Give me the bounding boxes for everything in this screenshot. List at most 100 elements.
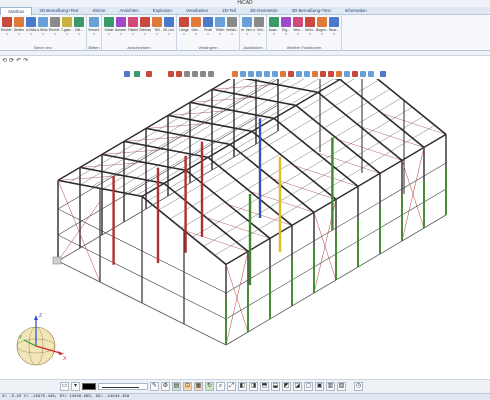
chevron-down-icon[interactable]: ▾ (6, 32, 8, 36)
view-tool-icon[interactable] (328, 71, 334, 77)
view-tool-icon[interactable] (208, 71, 214, 77)
view-tool-icon[interactable] (176, 71, 182, 77)
view-tool-icon[interactable] (360, 71, 366, 77)
view-tool-icon[interactable] (320, 71, 326, 77)
shade-icon[interactable]: ◪ (293, 382, 302, 391)
tab-1[interactable]: 2D-Bemaßung+Text (32, 7, 85, 15)
axis-gizmo[interactable]: Z X Y (10, 310, 70, 370)
view-tool-icon[interactable] (124, 71, 130, 77)
view-top-icon[interactable]: ⬒ (260, 382, 269, 391)
pen-icon[interactable]: ✎ (150, 382, 159, 391)
view-tool-icon[interactable] (288, 71, 294, 77)
measure-icon[interactable]: ▧ (337, 382, 346, 391)
view-tool-icon[interactable] (200, 71, 206, 77)
zoom-icon[interactable]: ⌕ (216, 382, 225, 391)
tab-6[interactable]: 2D-Teil (215, 7, 243, 15)
view-tool-icon[interactable] (240, 71, 246, 77)
wall-brace (401, 160, 425, 229)
settings-icon[interactable]: ⚙ (161, 382, 170, 391)
view-tool-icon[interactable] (256, 71, 262, 77)
chevron-down-icon[interactable]: ▾ (42, 32, 44, 36)
open-icon[interactable]: ⟲ (2, 57, 7, 64)
view-iso-icon[interactable]: ⬓ (271, 382, 280, 391)
view-tool-icon[interactable] (248, 71, 254, 77)
tab-2[interactable]: Skizze (86, 7, 113, 15)
view-tool-icon[interactable] (352, 71, 358, 77)
view-tool-icon[interactable] (380, 71, 386, 77)
arrow-down-icon[interactable]: ▾ (71, 382, 80, 391)
section-icon[interactable]: ▥ (326, 382, 335, 391)
color-swatch[interactable] (82, 383, 96, 390)
chevron-down-icon[interactable]: ▾ (168, 32, 170, 36)
folder-icon[interactable]: ▭ (60, 382, 69, 391)
view-tool-icon[interactable] (344, 71, 350, 77)
fit-icon[interactable]: ⤢ (227, 382, 236, 391)
redo-icon[interactable]: ↷ (23, 57, 28, 64)
chevron-down-icon[interactable]: ▾ (30, 32, 32, 36)
chevron-down-icon[interactable]: ▾ (219, 32, 221, 36)
snap-icon[interactable]: ⊡ (183, 382, 192, 391)
chevron-down-icon[interactable]: ▾ (18, 32, 20, 36)
tab-9[interactable]: Information (338, 7, 374, 15)
view-tool-icon[interactable] (168, 71, 174, 77)
line-style-select[interactable] (98, 383, 148, 390)
ribbon-group-1: Verschl...▾Blitten (87, 15, 102, 51)
chevron-down-icon[interactable]: ▾ (93, 32, 95, 36)
tab-8[interactable]: 3D-Bemaßung+Text (285, 7, 338, 15)
chevron-down-icon[interactable]: ▾ (246, 32, 248, 36)
view-tool-icon[interactable] (184, 71, 190, 77)
chevron-down-icon[interactable]: ▾ (207, 32, 209, 36)
chevron-down-icon[interactable]: ▾ (321, 32, 323, 36)
ribbon-tabs: Startbox 2D-Bemaßung+Text Skizze Ansichten E… (0, 6, 490, 15)
layer-icon[interactable]: ▤ (172, 382, 181, 391)
chevron-down-icon[interactable]: ▾ (333, 32, 335, 36)
view-tool-icon[interactable] (272, 71, 278, 77)
chevron-down-icon[interactable]: ▾ (132, 32, 134, 36)
tab-7[interactable]: 2D-Geometrie (243, 7, 285, 15)
chevron-down-icon[interactable]: ▾ (54, 32, 56, 36)
chevron-down-icon[interactable]: ▾ (144, 32, 146, 36)
view-side-icon[interactable]: ◨ (249, 382, 258, 391)
view-perspective-icon[interactable]: ◩ (282, 382, 291, 391)
view-tool-icon[interactable] (304, 71, 310, 77)
wireframe-icon[interactable]: ▢ (304, 382, 313, 391)
save-icon[interactable]: ⟳ (9, 57, 14, 64)
tab-5[interactable]: Verarbeiten (179, 7, 215, 15)
view-front-icon[interactable]: ◧ (238, 382, 247, 391)
tab-3[interactable]: Ansichten (112, 7, 145, 15)
chevron-down-icon[interactable]: ▾ (285, 32, 287, 36)
roof-brace (337, 139, 403, 161)
chevron-down-icon[interactable]: ▾ (258, 32, 260, 36)
chevron-down-icon[interactable]: ▾ (273, 32, 275, 36)
chevron-down-icon[interactable]: ▾ (120, 32, 122, 36)
chevron-down-icon[interactable]: ▾ (66, 32, 68, 36)
chevron-down-icon[interactable]: ▾ (309, 32, 311, 36)
view-tool-icon[interactable] (368, 71, 374, 77)
chevron-down-icon[interactable]: ▾ (108, 32, 110, 36)
rafter (317, 91, 403, 162)
view-tool-icon[interactable] (296, 71, 302, 77)
undo-icon[interactable]: ↶ (16, 57, 21, 64)
help-icon[interactable]: ◷ (354, 382, 363, 391)
refresh-icon[interactable]: ↻ (205, 382, 214, 391)
chevron-down-icon[interactable]: ▾ (156, 32, 158, 36)
view-tool-icon[interactable] (232, 71, 238, 77)
view-tool-icon[interactable] (264, 71, 270, 77)
chevron-down-icon[interactable]: ▾ (297, 32, 299, 36)
steel-hall-model[interactable] (0, 79, 490, 379)
chevron-down-icon[interactable]: ▾ (78, 32, 80, 36)
chevron-down-icon[interactable]: ▾ (195, 32, 197, 36)
grid-icon[interactable]: ▦ (194, 382, 203, 391)
view-tool-icon[interactable] (192, 71, 198, 77)
tab-4[interactable]: Explosion (146, 7, 179, 15)
view-tool-icon[interactable] (146, 71, 152, 77)
view-tool-icon[interactable] (134, 71, 140, 77)
chevron-down-icon[interactable]: ▾ (183, 32, 185, 36)
view-tool-icon[interactable] (336, 71, 342, 77)
hidden-line-icon[interactable]: ▣ (315, 382, 324, 391)
tab-0[interactable]: Startbox (0, 6, 33, 15)
chevron-down-icon[interactable]: ▾ (231, 32, 233, 36)
view-tool-icon[interactable] (312, 71, 318, 77)
roof-brace (167, 110, 233, 116)
view-tool-icon[interactable] (280, 71, 286, 77)
